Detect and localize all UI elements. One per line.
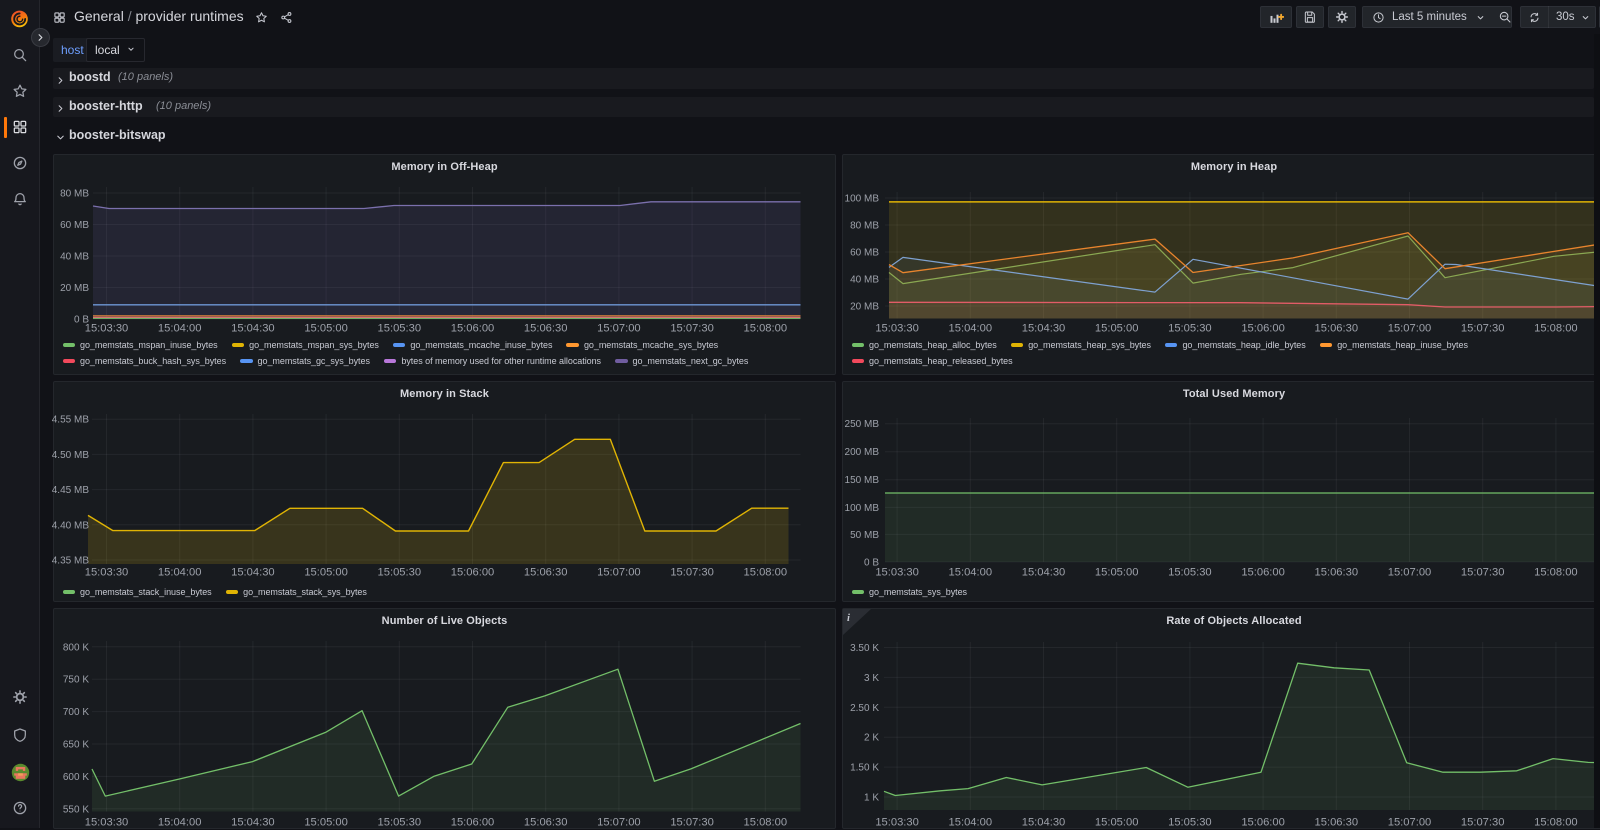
svg-text:15:07:30: 15:07:30 bbox=[1461, 567, 1505, 579]
svg-text:15:04:00: 15:04:00 bbox=[949, 817, 993, 829]
svg-text:15:03:30: 15:03:30 bbox=[85, 567, 129, 579]
svg-text:100 MB: 100 MB bbox=[845, 503, 880, 514]
svg-text:4.40 MB: 4.40 MB bbox=[52, 520, 90, 531]
svg-text:100 MB: 100 MB bbox=[845, 194, 880, 205]
svg-text:2.50 K: 2.50 K bbox=[850, 703, 879, 714]
svg-text:60 MB: 60 MB bbox=[850, 248, 879, 259]
svg-text:15:04:30: 15:04:30 bbox=[231, 323, 275, 335]
svg-text:15:04:00: 15:04:00 bbox=[158, 567, 202, 579]
svg-text:15:07:30: 15:07:30 bbox=[670, 323, 714, 335]
svg-text:20 MB: 20 MB bbox=[850, 302, 879, 313]
svg-text:15:03:30: 15:03:30 bbox=[85, 817, 129, 829]
svg-text:15:06:30: 15:06:30 bbox=[524, 567, 568, 579]
svg-text:15:04:00: 15:04:00 bbox=[158, 817, 202, 829]
svg-text:15:04:00: 15:04:00 bbox=[949, 567, 993, 579]
svg-text:80 MB: 80 MB bbox=[60, 189, 89, 200]
svg-text:15:04:30: 15:04:30 bbox=[1022, 323, 1066, 335]
svg-text:4.35 MB: 4.35 MB bbox=[52, 556, 90, 567]
svg-text:15:06:30: 15:06:30 bbox=[1315, 817, 1359, 829]
svg-text:15:05:00: 15:05:00 bbox=[304, 323, 348, 335]
svg-text:15:04:00: 15:04:00 bbox=[158, 323, 202, 335]
svg-text:250 MB: 250 MB bbox=[845, 419, 880, 430]
svg-text:15:05:30: 15:05:30 bbox=[378, 817, 422, 829]
svg-text:15:05:00: 15:05:00 bbox=[1095, 817, 1139, 829]
svg-text:700 K: 700 K bbox=[63, 707, 89, 718]
svg-text:40 MB: 40 MB bbox=[850, 275, 879, 286]
svg-text:3 K: 3 K bbox=[864, 673, 879, 684]
svg-text:15:08:00: 15:08:00 bbox=[1534, 323, 1578, 335]
svg-text:650 K: 650 K bbox=[63, 740, 89, 751]
svg-text:15:07:00: 15:07:00 bbox=[1388, 817, 1432, 829]
svg-text:15:07:30: 15:07:30 bbox=[670, 567, 714, 579]
svg-text:15:06:30: 15:06:30 bbox=[1315, 323, 1359, 335]
svg-text:15:07:00: 15:07:00 bbox=[597, 567, 641, 579]
svg-text:2 K: 2 K bbox=[864, 733, 879, 744]
svg-text:15:06:30: 15:06:30 bbox=[524, 817, 568, 829]
svg-text:4.45 MB: 4.45 MB bbox=[52, 485, 90, 496]
svg-text:3.50 K: 3.50 K bbox=[850, 643, 879, 654]
svg-text:15:07:00: 15:07:00 bbox=[1388, 567, 1432, 579]
svg-text:40 MB: 40 MB bbox=[60, 252, 89, 263]
svg-text:200 MB: 200 MB bbox=[845, 447, 880, 458]
svg-text:60 MB: 60 MB bbox=[60, 220, 89, 231]
svg-text:15:08:00: 15:08:00 bbox=[744, 567, 788, 579]
svg-text:15:05:30: 15:05:30 bbox=[1168, 323, 1212, 335]
svg-text:15:07:30: 15:07:30 bbox=[1461, 323, 1505, 335]
svg-text:15:08:00: 15:08:00 bbox=[744, 323, 788, 335]
svg-text:15:05:00: 15:05:00 bbox=[304, 817, 348, 829]
svg-text:15:07:30: 15:07:30 bbox=[1461, 817, 1505, 829]
svg-text:15:07:00: 15:07:00 bbox=[597, 323, 641, 335]
svg-text:15:03:30: 15:03:30 bbox=[875, 817, 919, 829]
svg-text:80 MB: 80 MB bbox=[850, 221, 879, 232]
svg-text:15:04:30: 15:04:30 bbox=[1022, 567, 1066, 579]
svg-text:4.55 MB: 4.55 MB bbox=[52, 415, 90, 426]
svg-text:15:07:30: 15:07:30 bbox=[670, 817, 714, 829]
svg-text:15:07:00: 15:07:00 bbox=[1388, 323, 1432, 335]
svg-text:15:08:00: 15:08:00 bbox=[1534, 567, 1578, 579]
svg-text:15:03:30: 15:03:30 bbox=[85, 323, 129, 335]
svg-text:15:06:00: 15:06:00 bbox=[1241, 323, 1285, 335]
svg-text:15:08:00: 15:08:00 bbox=[744, 817, 788, 829]
svg-text:15:04:30: 15:04:30 bbox=[231, 567, 275, 579]
svg-text:15:06:30: 15:06:30 bbox=[1315, 567, 1359, 579]
svg-text:800 K: 800 K bbox=[63, 642, 89, 653]
svg-text:550 K: 550 K bbox=[63, 804, 89, 815]
svg-text:15:06:00: 15:06:00 bbox=[451, 567, 495, 579]
svg-text:15:03:30: 15:03:30 bbox=[875, 567, 919, 579]
svg-text:15:06:00: 15:06:00 bbox=[451, 323, 495, 335]
svg-text:50 MB: 50 MB bbox=[850, 530, 879, 541]
svg-text:150 MB: 150 MB bbox=[845, 475, 880, 486]
svg-text:750 K: 750 K bbox=[63, 675, 89, 686]
svg-text:15:04:00: 15:04:00 bbox=[949, 323, 993, 335]
svg-text:15:05:30: 15:05:30 bbox=[378, 567, 422, 579]
svg-text:15:03:30: 15:03:30 bbox=[875, 323, 919, 335]
svg-text:1.50 K: 1.50 K bbox=[850, 763, 879, 774]
svg-text:1 K: 1 K bbox=[864, 793, 879, 804]
svg-text:15:06:00: 15:06:00 bbox=[1241, 817, 1285, 829]
svg-text:4.50 MB: 4.50 MB bbox=[52, 450, 90, 461]
svg-text:600 K: 600 K bbox=[63, 772, 89, 783]
svg-text:15:05:00: 15:05:00 bbox=[1095, 567, 1139, 579]
svg-text:15:06:00: 15:06:00 bbox=[451, 817, 495, 829]
svg-text:15:05:00: 15:05:00 bbox=[304, 567, 348, 579]
svg-text:15:05:30: 15:05:30 bbox=[1168, 567, 1212, 579]
svg-text:15:05:00: 15:05:00 bbox=[1095, 323, 1139, 335]
svg-text:15:06:00: 15:06:00 bbox=[1241, 567, 1285, 579]
svg-text:15:04:30: 15:04:30 bbox=[231, 817, 275, 829]
svg-text:15:06:30: 15:06:30 bbox=[524, 323, 568, 335]
svg-text:15:05:30: 15:05:30 bbox=[1168, 817, 1212, 829]
svg-text:15:07:00: 15:07:00 bbox=[597, 817, 641, 829]
svg-text:15:04:30: 15:04:30 bbox=[1022, 817, 1066, 829]
svg-text:20 MB: 20 MB bbox=[60, 283, 89, 294]
svg-text:15:05:30: 15:05:30 bbox=[378, 323, 422, 335]
svg-text:15:08:00: 15:08:00 bbox=[1534, 817, 1578, 829]
